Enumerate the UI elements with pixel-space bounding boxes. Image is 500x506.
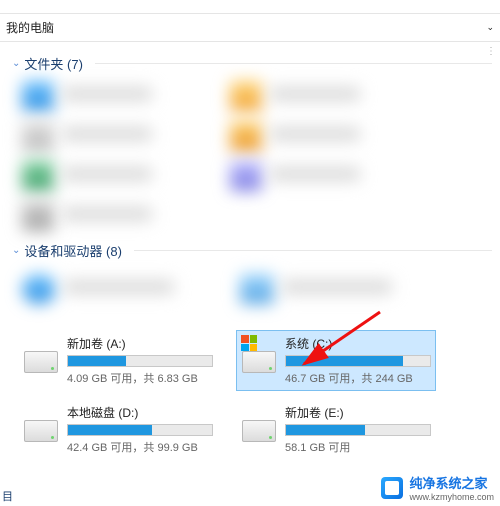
watermark-url: www.kzmyhome.com xyxy=(409,492,494,502)
drive-icon xyxy=(23,404,59,444)
group-header-drives[interactable]: ⌄ 设备和驱动器 (8) xyxy=(4,235,500,268)
corner-label: 目 xyxy=(2,488,13,504)
drive-name: 新加卷 (E:) xyxy=(285,404,431,421)
drives-grid: 新加卷 (A:) 4.09 GB 可用，共 6.83 GB 系统 (C:) 46.7 … xyxy=(4,330,500,468)
group-title: 设备和驱动器 (8) xyxy=(24,241,122,260)
folder-icon xyxy=(22,201,54,231)
drive-item[interactable]: 新加卷 (E:) 58.1 GB 可用 xyxy=(236,399,436,460)
usage-bar-fill xyxy=(68,356,126,366)
folder-label xyxy=(62,127,152,141)
usage-bar xyxy=(67,355,213,367)
window-menu-bar xyxy=(0,0,500,14)
drive-name: 系统 (C:) xyxy=(285,335,431,352)
folder-icon xyxy=(22,161,54,191)
folder-icon xyxy=(230,121,262,151)
chevron-down-icon[interactable]: ⌄ xyxy=(486,22,494,33)
drive-body: 系统 (C:) 46.7 GB 可用，共 244 GB xyxy=(285,335,431,386)
drive-icon xyxy=(22,274,56,304)
folder-label xyxy=(270,127,360,141)
drive-icon xyxy=(240,274,274,304)
drive-icon xyxy=(241,404,277,444)
drive-info: 42.4 GB 可用，共 99.9 GB xyxy=(67,439,213,455)
usage-bar-fill xyxy=(286,425,365,435)
usage-bar xyxy=(285,355,431,367)
folders-grid xyxy=(18,81,492,231)
watermark-icon xyxy=(381,477,403,499)
usage-bar-fill xyxy=(68,425,152,435)
drive-icon xyxy=(241,335,277,375)
drives-blurred-row xyxy=(18,268,492,330)
hdd-icon xyxy=(24,351,58,373)
drive-label xyxy=(282,280,392,294)
drive-item[interactable]: 系统 (C:) 46.7 GB 可用，共 244 GB xyxy=(236,330,436,391)
drive-info: 4.09 GB 可用，共 6.83 GB xyxy=(67,370,213,386)
divider xyxy=(134,250,492,251)
folder-label xyxy=(270,167,360,181)
watermark-text: 纯净系统之家 xyxy=(409,473,494,492)
folder-icon xyxy=(22,81,54,111)
group-header-folders[interactable]: ⌄ 文件夹 (7) xyxy=(4,48,500,81)
collapse-icon[interactable]: ⌄ xyxy=(12,245,20,256)
drive-info: 46.7 GB 可用，共 244 GB xyxy=(285,370,431,386)
drive-label xyxy=(64,280,174,294)
collapse-icon[interactable]: ⌄ xyxy=(12,58,20,69)
overflow-icon: ⋮ xyxy=(486,46,496,57)
folder-label xyxy=(270,87,360,101)
folder-icon xyxy=(230,81,262,111)
folder-icon xyxy=(230,161,262,191)
folder-label xyxy=(62,87,152,101)
hdd-icon xyxy=(24,420,58,442)
hdd-icon xyxy=(242,420,276,442)
windows-logo-icon xyxy=(241,335,257,351)
content-pane: ⌄ 文件夹 (7) ⌄ 设备和驱动器 (8) xyxy=(0,42,500,482)
folder-icon xyxy=(22,121,54,151)
divider xyxy=(95,63,492,64)
drive-body: 新加卷 (A:) 4.09 GB 可用，共 6.83 GB xyxy=(67,335,213,386)
usage-bar xyxy=(67,424,213,436)
usage-bar xyxy=(285,424,431,436)
drive-item[interactable]: 本地磁盘 (D:) 42.4 GB 可用，共 99.9 GB xyxy=(18,399,218,460)
drive-name: 新加卷 (A:) xyxy=(67,335,213,352)
usage-bar-fill xyxy=(286,356,403,366)
group-title: 文件夹 (7) xyxy=(24,54,83,73)
folder-label xyxy=(62,207,152,221)
folder-label xyxy=(62,167,152,181)
location-text: 我的电脑 xyxy=(6,19,54,36)
drive-name: 本地磁盘 (D:) xyxy=(67,404,213,421)
drive-body: 本地磁盘 (D:) 42.4 GB 可用，共 99.9 GB xyxy=(67,404,213,455)
watermark: 纯净系统之家 www.kzmyhome.com xyxy=(381,473,494,502)
drive-body: 新加卷 (E:) 58.1 GB 可用 xyxy=(285,404,431,455)
hdd-icon xyxy=(242,351,276,373)
drive-item[interactable]: 新加卷 (A:) 4.09 GB 可用，共 6.83 GB xyxy=(18,330,218,391)
address-bar[interactable]: 我的电脑 ⌄ xyxy=(0,14,500,42)
drive-icon xyxy=(23,335,59,375)
drive-info: 58.1 GB 可用 xyxy=(285,439,431,455)
